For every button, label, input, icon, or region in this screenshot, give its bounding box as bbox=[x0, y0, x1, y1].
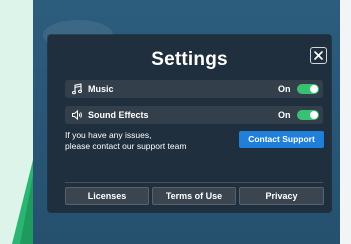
settings-dialog: Settings Music On Sound Effects On If yo… bbox=[48, 35, 331, 212]
speaker-icon bbox=[72, 109, 82, 121]
page-background-right bbox=[340, 0, 351, 244]
setting-row-sound-effects: Sound Effects On bbox=[65, 106, 323, 124]
contact-support-button[interactable]: Contact Support bbox=[239, 131, 324, 148]
footer-divider bbox=[65, 182, 323, 183]
close-button[interactable] bbox=[310, 47, 327, 64]
terms-of-use-button[interactable]: Terms of Use bbox=[152, 187, 236, 205]
support-message-line-1: If you have any issues, bbox=[65, 130, 152, 140]
toggle-knob bbox=[310, 85, 318, 93]
sound-effects-label: Sound Effects bbox=[88, 110, 149, 120]
toggle-knob bbox=[310, 111, 318, 119]
privacy-button[interactable]: Privacy bbox=[239, 187, 324, 205]
support-message-line-2: please contact our support team bbox=[65, 141, 187, 151]
support-message: If you have any issues, please contact o… bbox=[65, 130, 225, 152]
close-icon bbox=[314, 51, 323, 60]
licenses-button[interactable]: Licenses bbox=[65, 187, 149, 205]
music-toggle[interactable] bbox=[297, 84, 319, 94]
decorative-wedge bbox=[12, 160, 33, 244]
music-note-icon bbox=[72, 83, 82, 95]
music-state: On bbox=[278, 84, 291, 94]
dialog-title: Settings bbox=[151, 49, 228, 70]
sound-effects-state: On bbox=[278, 110, 291, 120]
music-label: Music bbox=[88, 84, 114, 94]
setting-row-music: Music On bbox=[65, 80, 323, 98]
sound-effects-toggle[interactable] bbox=[297, 110, 319, 120]
